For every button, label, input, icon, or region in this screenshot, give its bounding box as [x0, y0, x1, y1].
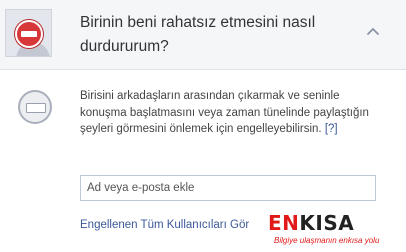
watermark-logo-part2: KISA	[299, 211, 355, 235]
add-name-or-email-input[interactable]	[80, 175, 376, 201]
block-description: Birisini arkadaşların arasından çıkarmak…	[80, 88, 380, 138]
watermark-logo-part1: EN	[268, 211, 300, 235]
question-title[interactable]: Birinin beni rahatsız etmesini nasıl dur…	[80, 11, 360, 59]
blocked-circle-icon	[18, 90, 52, 124]
default-avatar-icon	[5, 9, 52, 57]
watermark-tagline: Bilgiye ulaşmanın enkısa yolu	[274, 236, 380, 245]
help-link[interactable]: [?]	[325, 123, 338, 135]
enkisa-watermark-logo: ENKISA	[268, 213, 406, 233]
help-question-header[interactable]: Birinin beni rahatsız etmesini nasıl dur…	[0, 0, 406, 70]
chevron-up-icon[interactable]	[362, 21, 384, 43]
see-all-blocked-users-link[interactable]: Engellenen Tüm Kullanıcıları Gör	[80, 219, 249, 231]
block-icon	[15, 20, 43, 48]
